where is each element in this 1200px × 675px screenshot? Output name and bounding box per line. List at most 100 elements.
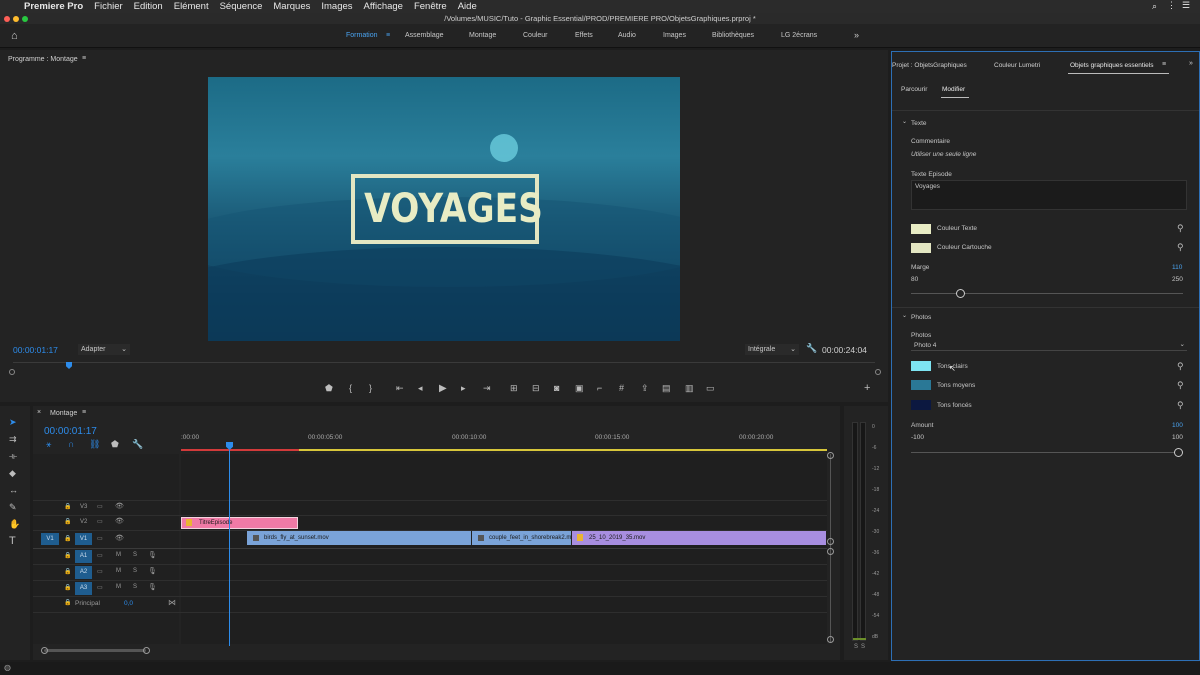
fit-dropdown[interactable]: Adapter ⌄ <box>78 344 130 355</box>
insert-icon[interactable]: ▣ <box>575 384 584 393</box>
workspace-overflow-icon[interactable]: » <box>854 30 859 40</box>
amount-value[interactable]: 100 <box>1172 422 1183 429</box>
episode-text-field[interactable]: Voyages <box>911 180 1187 210</box>
type-tool-icon[interactable]: T <box>9 536 16 547</box>
menu-fenetre[interactable]: Fenêtre <box>414 1 447 12</box>
export-frame-icon[interactable]: ◙ <box>554 384 559 393</box>
microphone-icon[interactable]: 🎙 <box>148 567 157 575</box>
timeline-settings-icon[interactable]: 🔧 <box>132 440 143 449</box>
horizontal-scrollbar[interactable] <box>44 649 146 652</box>
ripple-edit-tool-icon[interactable]: ⟛ <box>9 452 17 461</box>
workspace-couleur[interactable]: Couleur <box>523 32 548 39</box>
workspace-images[interactable]: Images <box>663 32 686 39</box>
eyedropper-icon[interactable]: ⚲ <box>1177 400 1184 411</box>
tab-projet[interactable]: Projet : ObjetsGraphiques <box>892 62 967 69</box>
sync-lock-icon[interactable]: ▭ <box>97 518 103 525</box>
go-to-in-icon[interactable]: ⇤ <box>396 384 404 393</box>
eyedropper-icon[interactable]: ⚲ <box>1177 361 1184 372</box>
master-value[interactable]: 0,0 <box>124 600 133 607</box>
panel-overflow-icon[interactable]: » <box>1189 60 1193 67</box>
search-icon[interactable]: ⌕ <box>1152 1 1157 12</box>
scrub-end-handle[interactable] <box>875 369 881 375</box>
chevron-down-icon[interactable]: ⌄ <box>902 312 907 319</box>
selection-tool-icon[interactable]: ➤ <box>9 418 17 427</box>
scrub-start-handle[interactable] <box>9 369 15 375</box>
menu-sequence[interactable]: Séquence <box>220 1 263 12</box>
pen-tool-icon[interactable]: ✎ <box>9 503 17 512</box>
track-label-v3[interactable]: V3 <box>80 504 87 510</box>
panel-menu-icon[interactable]: ≡ <box>82 55 86 62</box>
scroll-handle[interactable] <box>827 538 834 545</box>
hand-tool-icon[interactable]: ✋ <box>9 520 20 529</box>
program-current-timecode[interactable]: 00:00:01:17 <box>13 345 58 355</box>
track-label-a1[interactable]: A1 <box>75 550 92 563</box>
mute-button[interactable]: M <box>116 552 121 558</box>
workspace-lg-2ecrans[interactable]: LG 2écrans <box>781 32 817 39</box>
subtab-parcourir[interactable]: Parcourir <box>901 86 927 93</box>
tab-objets-graphiques[interactable]: Objets graphiques essentiels <box>1070 62 1153 69</box>
timeline-close-icon[interactable]: × <box>37 409 41 416</box>
lift-icon[interactable]: ⊞ <box>510 384 518 393</box>
timeline-title[interactable]: Montage <box>50 410 77 417</box>
program-monitor-title[interactable]: Programme : Montage <box>8 56 78 63</box>
track-label-a3[interactable]: A3 <box>75 582 92 595</box>
lock-icon[interactable]: 🔒 <box>64 518 71 525</box>
workspace-assemblage[interactable]: Assemblage <box>405 32 444 39</box>
sync-lock-icon[interactable]: ▭ <box>97 552 103 559</box>
panel-menu-icon[interactable]: ≡ <box>82 409 86 416</box>
eye-icon[interactable]: 👁 <box>115 534 124 542</box>
mute-button[interactable]: M <box>116 584 121 590</box>
track-select-tool-icon[interactable]: ⇉ <box>9 435 17 444</box>
nest-icon[interactable]: ⚹ <box>46 440 51 449</box>
track-area[interactable] <box>181 454 827 644</box>
sync-lock-icon[interactable]: ▭ <box>97 568 103 575</box>
microphone-icon[interactable]: 🎙 <box>148 583 157 591</box>
sync-lock-icon[interactable]: ▭ <box>97 584 103 591</box>
linked-selection-icon[interactable]: ⛓ <box>89 440 100 449</box>
eye-icon[interactable]: 👁 <box>115 517 124 525</box>
section-texte[interactable]: Texte <box>911 120 927 127</box>
solo-button[interactable]: S <box>133 584 137 590</box>
menu-element[interactable]: Elément <box>174 1 209 12</box>
render-status-icon[interactable]: ◍ <box>4 663 11 672</box>
menu-images[interactable]: Images <box>321 1 352 12</box>
trim-icon[interactable]: ⌐ <box>597 384 602 393</box>
zoom-window-icon[interactable] <box>22 16 28 22</box>
tone-light-swatch[interactable] <box>911 361 931 371</box>
eyedropper-icon[interactable]: ⚲ <box>1177 380 1184 391</box>
solo-button[interactable]: S <box>133 568 137 574</box>
workspace-formation[interactable]: Formation <box>346 32 378 39</box>
slip-tool-icon[interactable]: ↔ <box>9 486 18 495</box>
margin-slider-handle[interactable] <box>955 289 965 298</box>
sync-lock-icon[interactable]: ▭ <box>97 503 103 510</box>
lock-icon[interactable]: 🔒 <box>64 552 71 559</box>
workspace-menu-icon[interactable]: ≡ <box>386 32 390 39</box>
compare-icon[interactable]: ▤ <box>662 384 671 393</box>
color-text-swatch[interactable] <box>911 224 931 234</box>
menu-fichier[interactable]: Fichier <box>94 1 123 12</box>
settings-wrench-icon[interactable]: 🔧 <box>806 343 817 354</box>
list-icon[interactable]: ☰ <box>1182 0 1190 11</box>
menu-affichage[interactable]: Affichage <box>364 1 403 12</box>
program-scrub-bar[interactable] <box>13 362 875 372</box>
share-icon[interactable]: ⇪ <box>641 384 649 393</box>
microphone-icon[interactable]: 🎙 <box>148 551 157 559</box>
proxy-icon[interactable]: ▭ <box>706 384 715 393</box>
scroll-handle[interactable] <box>827 636 834 643</box>
marker-icon[interactable]: ⬟ <box>325 384 333 393</box>
margin-slider-track[interactable] <box>911 293 1183 294</box>
add-button-icon[interactable]: + <box>864 383 870 394</box>
solo-button[interactable]: S <box>133 552 137 558</box>
meter-solo-left[interactable]: S <box>854 644 858 650</box>
workspace-audio[interactable]: Audio <box>618 32 636 39</box>
chevron-down-icon[interactable]: ⌄ <box>902 118 907 125</box>
play-icon[interactable]: ▶ <box>439 384 447 394</box>
lock-icon[interactable]: 🔒 <box>64 535 71 542</box>
extract-icon[interactable]: ⊟ <box>532 384 540 393</box>
snap-icon[interactable]: ∩ <box>68 440 74 449</box>
minimize-window-icon[interactable] <box>13 16 19 22</box>
photos-dropdown[interactable]: Photo 4 ⌄ <box>911 340 1187 351</box>
section-photos[interactable]: Photos <box>911 314 931 321</box>
workspace-bibliotheques[interactable]: Bibliothèques <box>712 32 754 39</box>
safe-margins-icon[interactable]: # <box>619 384 624 393</box>
